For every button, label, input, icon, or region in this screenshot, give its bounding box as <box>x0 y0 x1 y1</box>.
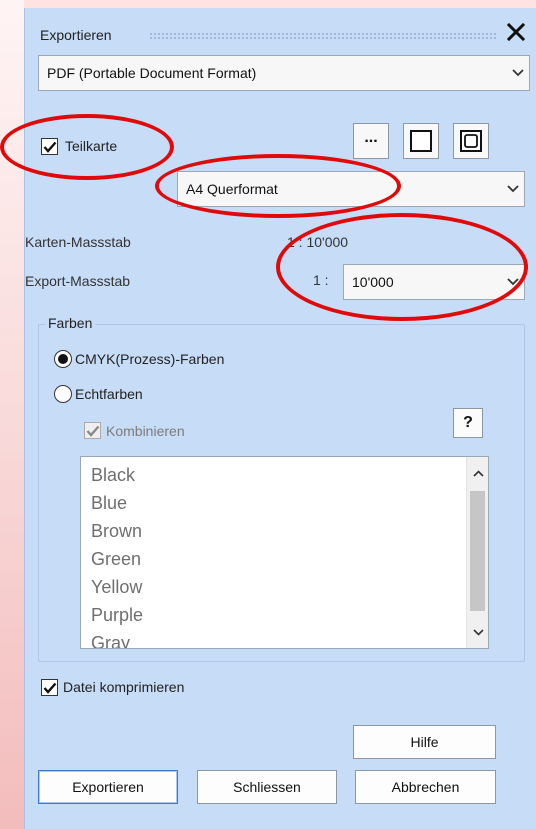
combine-label: Kombinieren <box>106 423 185 439</box>
background-strip <box>0 0 24 829</box>
color-list-item[interactable]: Green <box>91 545 143 573</box>
color-list[interactable]: Black Blue Brown Green Yellow Purple Gray <box>80 456 489 649</box>
color-list-item[interactable]: Gray <box>91 629 143 648</box>
paper-format-value: A4 Querformat <box>186 181 278 197</box>
map-scale-value: 1 : 10'000 <box>287 234 349 250</box>
export-scale-value[interactable]: 10'000 <box>352 274 502 290</box>
chevron-down-icon <box>502 265 524 299</box>
color-list-item[interactable]: Purple <box>91 601 143 629</box>
frame-inner-button[interactable] <box>453 123 489 159</box>
compress-checkbox[interactable] <box>41 679 58 696</box>
chevron-down-icon <box>507 56 529 90</box>
format-select[interactable]: PDF (Portable Document Format) <box>38 55 530 91</box>
scrollbar-thumb[interactable] <box>470 491 485 611</box>
frame-button[interactable] <box>403 123 439 159</box>
close-button[interactable]: Schliessen <box>197 770 337 804</box>
color-list-item[interactable]: Brown <box>91 517 143 545</box>
double-square-icon <box>460 130 482 152</box>
checkmark-icon <box>43 682 56 694</box>
cmyk-label: CMYK(Prozess)-Farben <box>75 351 225 367</box>
chevron-down-icon[interactable] <box>467 620 488 644</box>
checkmark-icon <box>86 425 99 437</box>
partial-map-checkbox[interactable] <box>41 138 58 155</box>
ellipsis-label: ... <box>364 129 378 146</box>
format-select-value: PDF (Portable Document Format) <box>47 65 257 81</box>
chevron-up-icon[interactable] <box>467 461 488 485</box>
cancel-button[interactable]: Abbrechen <box>355 770 496 804</box>
export-scale-prefix: 1 : <box>313 272 329 288</box>
export-scale-combobox[interactable]: 10'000 <box>343 264 525 300</box>
square-icon <box>410 130 432 152</box>
color-list-items: Black Blue Brown Green Yellow Purple Gray <box>91 461 143 648</box>
export-panel: Exportieren PDF (Portable Document Forma… <box>24 8 536 829</box>
export-scale-label: Export-Massstab <box>25 273 131 289</box>
color-list-scrollbar[interactable] <box>466 457 488 648</box>
partial-map-label: Teilkarte <box>65 138 118 154</box>
color-list-item[interactable]: Blue <box>91 489 143 517</box>
panel-title: Exportieren <box>40 27 112 43</box>
paper-format-select[interactable]: A4 Querformat <box>177 171 525 207</box>
compress-label: Datei komprimieren <box>63 679 185 695</box>
spot-colors-label: Echtfarben <box>75 386 143 402</box>
colors-group-title: Farben <box>45 315 96 331</box>
export-button[interactable]: Exportieren <box>38 770 178 804</box>
checkmark-icon <box>43 141 56 153</box>
cmyk-radio[interactable] <box>54 350 72 368</box>
map-scale-label: Karten-Massstab <box>25 234 131 250</box>
combine-checkbox[interactable] <box>84 422 101 439</box>
close-icon[interactable] <box>503 18 529 46</box>
drag-grip[interactable] <box>149 32 497 39</box>
spot-colors-radio[interactable] <box>54 385 72 403</box>
question-icon: ? <box>463 414 473 431</box>
help-question-button[interactable]: ? <box>453 408 483 438</box>
help-button[interactable]: Hilfe <box>353 725 496 759</box>
radio-dot <box>58 354 68 364</box>
chevron-down-icon <box>502 172 524 206</box>
color-list-item[interactable]: Black <box>91 461 143 489</box>
color-list-item[interactable]: Yellow <box>91 573 143 601</box>
pick-area-button[interactable]: ... <box>353 123 389 159</box>
